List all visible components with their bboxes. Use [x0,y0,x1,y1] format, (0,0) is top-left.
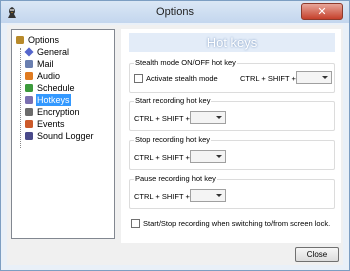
start-legend: Start recording hot key [134,96,212,105]
tree-item-label: Hotkeys [36,94,71,106]
mail-icon [25,60,33,68]
title-bar[interactable]: Options ✕ [1,1,349,23]
lock-icon [25,108,33,116]
start-key-dropdown[interactable] [190,111,226,124]
stealth-checkbox-label: Activate stealth mode [146,74,218,83]
window-title: Options [156,6,194,18]
diamond-icon [24,47,34,57]
tree-item-label: Options [28,35,60,45]
window-close-button[interactable]: ✕ [301,3,343,20]
tree-item-label: Audio [37,71,61,81]
clock-icon [25,84,33,92]
folder-icon [16,36,24,44]
chevron-down-icon [216,116,222,119]
start-group: Start recording hot key CTRL + SHIFT + [129,96,335,131]
stop-legend: Stop recording hot key [134,135,212,144]
chevron-down-icon [322,76,328,79]
hotkeys-icon [25,96,33,104]
stop-modifier-label: CTRL + SHIFT + [134,153,190,162]
stealth-legend: Stealth mode ON/OFF hot key [134,58,237,67]
pause-group: Pause recording hot key CTRL + SHIFT + [129,174,335,209]
tree-item-label: Encryption [37,107,80,117]
stealth-key-dropdown[interactable] [296,71,332,84]
pause-legend: Pause recording hot key [134,174,217,183]
options-tree: Options General Mail Audio Schedule Hotkeys En… [11,29,115,239]
tree-item-label: Mail [37,59,54,69]
tree-item-label: General [37,47,70,57]
tree-item-label: Sound Logger [37,131,94,141]
pane-header: Hot keys [129,33,335,52]
tree-connector [20,48,21,148]
close-icon: ✕ [317,6,327,18]
close-button[interactable]: Close [295,247,339,262]
stealth-checkbox[interactable] [134,74,143,83]
pause-key-dropdown[interactable] [190,189,226,202]
stealth-modifier-label: CTRL + SHIFT + [240,74,296,83]
stop-group: Stop recording hot key CTRL + SHIFT + [129,135,335,170]
stealth-group: Stealth mode ON/OFF hot key Activate ste… [129,58,335,93]
sound-logger-icon [25,132,33,140]
client-area: Options General Mail Audio Schedule Hotkeys En… [7,25,343,265]
tree-item-label: Schedule [37,83,75,93]
start-modifier-label: CTRL + SHIFT + [134,114,190,123]
chevron-down-icon [216,155,222,158]
chevron-down-icon [216,194,222,197]
events-icon [25,120,33,128]
tree-item-label: Events [37,119,65,129]
pause-modifier-label: CTRL + SHIFT + [134,192,190,201]
stop-key-dropdown[interactable] [190,150,226,163]
options-window: Options ✕ Options General Mail Audio Schedul… [0,0,350,271]
audio-icon [25,72,33,80]
hotkeys-pane: Hot keys Stealth mode ON/OFF hot key Act… [121,29,341,243]
screen-lock-checkbox[interactable] [131,219,140,228]
screen-lock-label: Start/Stop recording when switching to/f… [143,219,331,228]
